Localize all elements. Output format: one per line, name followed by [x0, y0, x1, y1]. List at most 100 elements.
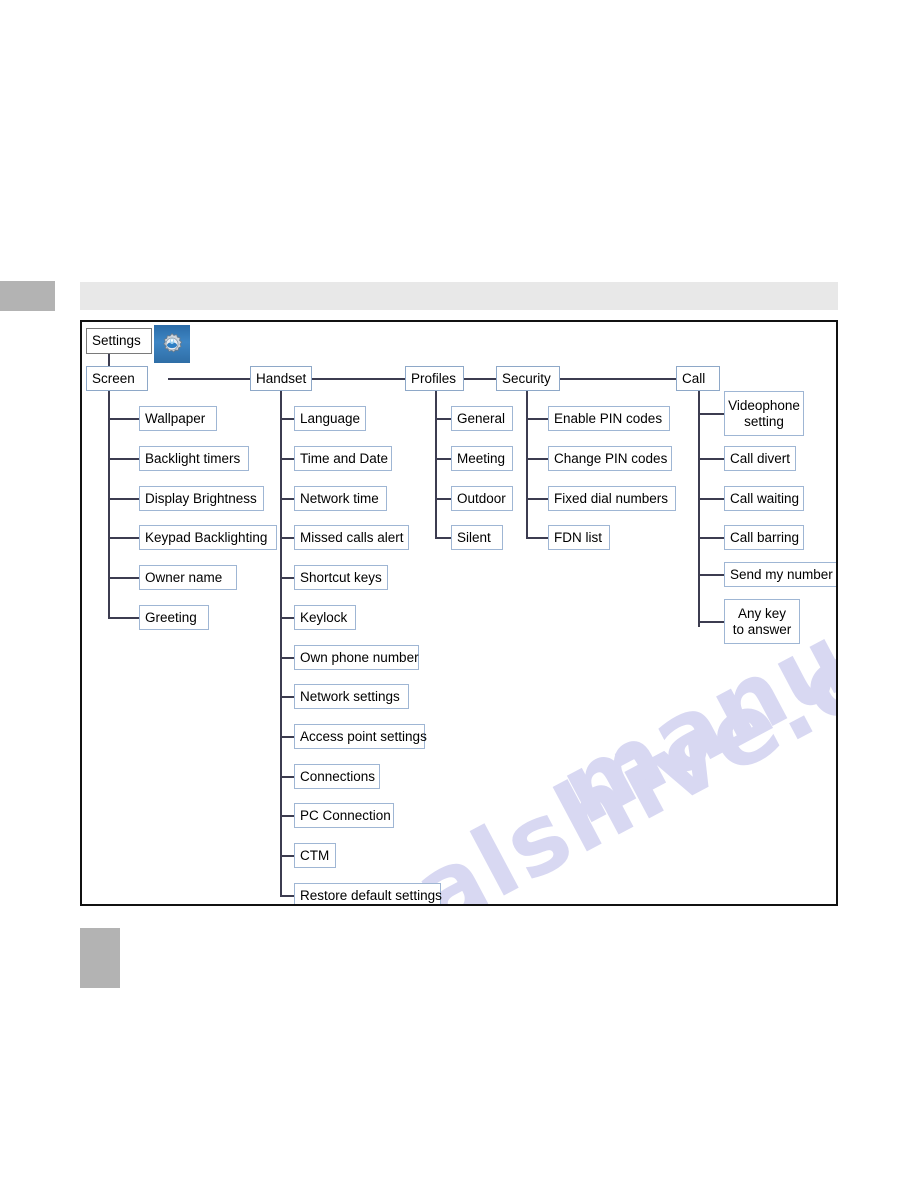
node-connections[interactable]: Connections: [294, 764, 380, 789]
connector-handset-child-6: [280, 617, 294, 619]
node-enable-pin-codes[interactable]: Enable PIN codes: [548, 406, 670, 431]
connector-screen-child-2: [108, 458, 139, 460]
node-fdn-list[interactable]: FDN list: [548, 525, 610, 550]
connector-screen-spine: [108, 391, 110, 618]
node-settings[interactable]: Settings: [86, 328, 152, 354]
connector-call-child-3: [698, 498, 724, 500]
connector-screen-child-4: [108, 537, 139, 539]
node-call[interactable]: Call: [676, 366, 720, 391]
node-send-my-number-label: Send my number: [730, 566, 833, 582]
node-restore-default-settings[interactable]: Restore default settings: [294, 883, 442, 904]
node-wallpaper-label: Wallpaper: [145, 410, 206, 426]
node-profiles[interactable]: Profiles: [405, 366, 464, 391]
node-greeting[interactable]: Greeting: [139, 605, 209, 630]
node-keypad-backlighting[interactable]: Keypad Backlighting: [139, 525, 277, 550]
node-time-and-date[interactable]: Time and Date: [294, 446, 392, 471]
node-security-label: Security: [502, 370, 551, 386]
node-change-pin-codes[interactable]: Change PIN codes: [548, 446, 672, 471]
node-change-pin-codes-label: Change PIN codes: [554, 450, 668, 466]
node-security[interactable]: Security: [496, 366, 560, 391]
node-time-and-date-label: Time and Date: [300, 450, 389, 466]
connector-security-spine: [526, 391, 528, 539]
node-owner-name-label: Owner name: [145, 569, 223, 585]
node-ctm-label: CTM: [300, 847, 330, 863]
connector-screen-child-5: [108, 577, 139, 579]
node-wallpaper[interactable]: Wallpaper: [139, 406, 217, 431]
node-any-key-to-answer[interactable]: Any key to answer: [724, 599, 800, 644]
node-outdoor[interactable]: Outdoor: [451, 486, 513, 511]
node-silent[interactable]: Silent: [451, 525, 503, 550]
connector-call-child-1: [698, 413, 724, 415]
connector-bus-profiles-security: [464, 378, 496, 380]
node-shortcut-keys[interactable]: Shortcut keys: [294, 565, 388, 590]
node-access-point-settings[interactable]: Access point settings: [294, 724, 427, 749]
node-network-settings-label: Network settings: [300, 688, 400, 704]
connector-security-child-1: [526, 418, 548, 420]
connector-bus-screen-handset: [168, 378, 250, 380]
node-call-barring-label: Call barring: [730, 529, 800, 545]
node-network-time[interactable]: Network time: [294, 486, 387, 511]
node-any-key-to-answer-label: Any key to answer: [732, 605, 792, 637]
node-display-brightness[interactable]: Display Brightness: [139, 486, 264, 511]
node-screen[interactable]: Screen: [86, 366, 148, 391]
node-videophone-setting[interactable]: Videophone setting: [724, 391, 804, 436]
node-language[interactable]: Language: [294, 406, 366, 431]
node-ctm[interactable]: CTM: [294, 843, 336, 868]
node-videophone-setting-label: Videophone setting: [728, 397, 800, 429]
connector-security-child-4: [526, 537, 548, 539]
connector-bus-security-call: [560, 378, 676, 380]
node-general[interactable]: General: [451, 406, 513, 431]
node-own-phone-number-label: Own phone number: [300, 649, 419, 665]
node-meeting[interactable]: Meeting: [451, 446, 513, 471]
node-shortcut-keys-label: Shortcut keys: [300, 569, 382, 585]
node-enable-pin-codes-label: Enable PIN codes: [554, 410, 663, 426]
node-handset[interactable]: Handset: [250, 366, 312, 391]
node-keylock-label: Keylock: [300, 609, 348, 625]
connector-profiles-child-4: [435, 537, 451, 539]
page-edge-marker-bottom: [80, 928, 120, 988]
node-fixed-dial-numbers-label: Fixed dial numbers: [554, 490, 669, 506]
node-missed-calls-alert-label: Missed calls alert: [300, 529, 404, 545]
connector-handset-child-4: [280, 537, 294, 539]
watermark-text-a: manualshive.com: [122, 539, 838, 906]
connector-profiles-spine: [435, 391, 437, 539]
node-network-time-label: Network time: [300, 490, 379, 506]
node-settings-label: Settings: [92, 333, 141, 349]
connector-handset-child-10: [280, 776, 294, 778]
node-call-barring[interactable]: Call barring: [724, 525, 804, 550]
node-send-my-number[interactable]: Send my number: [724, 562, 836, 587]
connector-screen-child-6: [108, 617, 139, 619]
connector-handset-child-5: [280, 577, 294, 579]
connector-bus-handset-profiles: [312, 378, 405, 380]
connector-handset-child-7: [280, 657, 294, 659]
node-owner-name[interactable]: Owner name: [139, 565, 237, 590]
connector-call-child-5: [698, 574, 724, 576]
node-call-waiting[interactable]: Call waiting: [724, 486, 804, 511]
connector-security-child-2: [526, 458, 548, 460]
node-language-label: Language: [300, 410, 361, 426]
node-call-waiting-label: Call waiting: [730, 490, 800, 506]
node-outdoor-label: Outdoor: [457, 490, 506, 506]
connector-handset-child-1: [280, 418, 294, 420]
node-backlight-timers[interactable]: Backlight timers: [139, 446, 249, 471]
connector-security-child-3: [526, 498, 548, 500]
node-pc-connection[interactable]: PC Connection: [294, 803, 394, 828]
connector-call-child-2: [698, 458, 724, 460]
node-backlight-timers-label: Backlight timers: [145, 450, 241, 466]
node-call-divert[interactable]: Call divert: [724, 446, 796, 471]
node-network-settings[interactable]: Network settings: [294, 684, 409, 709]
node-restore-default-settings-label: Restore default settings: [300, 887, 442, 903]
node-meeting-label: Meeting: [457, 450, 506, 466]
node-fixed-dial-numbers[interactable]: Fixed dial numbers: [548, 486, 676, 511]
connector-handset-child-11: [280, 815, 294, 817]
node-missed-calls-alert[interactable]: Missed calls alert: [294, 525, 409, 550]
node-display-brightness-label: Display Brightness: [145, 490, 257, 506]
node-screen-label: Screen: [92, 370, 135, 386]
section-header-bar: [80, 282, 838, 310]
node-connections-label: Connections: [300, 768, 376, 784]
connector-handset-child-13: [280, 895, 294, 897]
node-own-phone-number[interactable]: Own phone number: [294, 645, 419, 670]
connector-handset-child-8: [280, 696, 294, 698]
node-access-point-settings-label: Access point settings: [300, 728, 427, 744]
node-keylock[interactable]: Keylock: [294, 605, 356, 630]
